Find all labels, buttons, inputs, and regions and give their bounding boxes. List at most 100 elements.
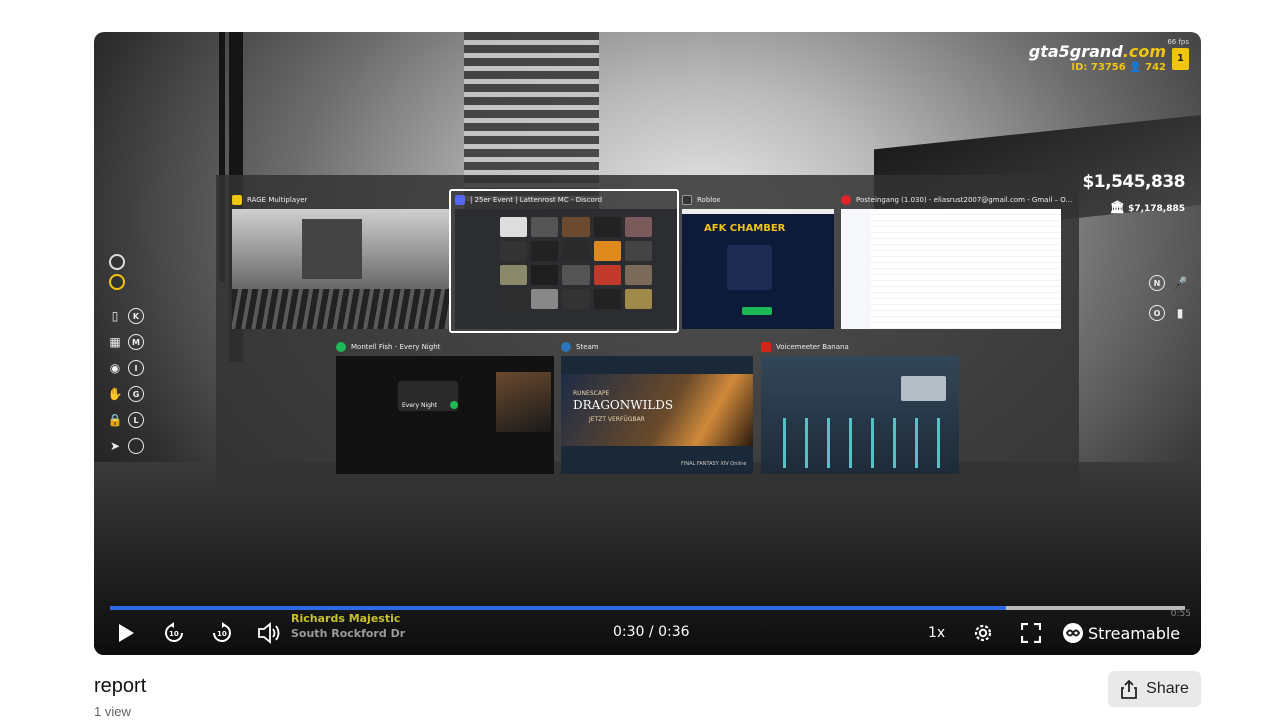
window-title: Steam	[576, 343, 599, 351]
key-hint	[128, 438, 144, 454]
key-hint: M	[128, 334, 144, 350]
window-title: Posteingang (1.030) - eliasrust2007@gmai…	[856, 196, 1073, 204]
steam-footer: FINAL FANTASY XIV Online	[681, 461, 747, 467]
progress-bar[interactable]	[110, 606, 1185, 610]
window-thumbnail: Every Night	[336, 356, 554, 474]
window-title-row: Voicemeeter Banana	[761, 338, 849, 356]
video-player[interactable]: gta5grand.com 66 fps 1 ID: 73756 👤 742 $…	[94, 32, 1201, 655]
player-id-row: ID: 73756 👤 742	[1071, 62, 1166, 73]
phone-icon: ▯	[111, 309, 119, 323]
fps-counter: 66 fps	[1167, 38, 1189, 46]
share-button[interactable]: Share	[1108, 671, 1201, 707]
status-icons	[109, 254, 125, 290]
bank-row: 🏛 $7,178,885	[1109, 200, 1185, 214]
roblox-icon	[682, 195, 692, 205]
microphone-icon: 🎤	[1172, 276, 1188, 290]
gear-icon	[974, 624, 992, 642]
streamable-logo[interactable]: Streamable	[1062, 622, 1180, 644]
settings-button[interactable]	[970, 620, 996, 646]
window-title-row: RAGE Multiplayer	[232, 191, 307, 209]
opera-icon	[841, 195, 851, 205]
notification-badge: 1	[1172, 48, 1189, 70]
forward-10-button[interactable]: 10	[208, 619, 236, 647]
server-logo: gta5grand.com	[1028, 42, 1166, 61]
lock-icon: 🔒	[107, 413, 123, 427]
radio-icon: ▮	[1176, 306, 1184, 320]
cursor-icon: ➤	[109, 439, 121, 453]
window-title-row: Montell Fish - Every Night	[336, 338, 440, 356]
fullscreen-button[interactable]	[1020, 622, 1042, 644]
window-thumbnail	[761, 356, 959, 474]
keybind-hints: ▯ K ▦ M ◉ I ✋ G 🔒 L ➤	[108, 308, 144, 454]
game-location: Richards Majestic South Rockford Dr	[291, 611, 405, 641]
steam-banner-line3: JETZT VERFÜGBAR	[589, 416, 645, 423]
bank-icon: 🏛	[1109, 200, 1125, 214]
fullscreen-icon	[1021, 623, 1041, 643]
window-title-row: | 25er Event | Lattenrost MC - Discord	[455, 191, 602, 209]
window-title: Montell Fish - Every Night	[351, 343, 441, 351]
rewind-seconds: 10	[169, 630, 179, 638]
share-label: Share	[1146, 680, 1189, 697]
progress-fill	[110, 606, 1006, 610]
thumb-rails	[232, 289, 450, 329]
grid-icon: ▦	[109, 335, 121, 349]
window-rage[interactable]: RAGE Multiplayer	[232, 191, 450, 331]
share-icon	[1121, 679, 1138, 699]
window-thumbnail	[455, 209, 677, 329]
overlay-clock: 0:55	[1170, 609, 1191, 619]
window-steam[interactable]: Steam RUNESCAPE DRAGONWILDS JETZT VERFÜG…	[561, 338, 753, 474]
status-icon	[109, 254, 125, 270]
key-hint: K	[128, 308, 144, 324]
window-title-row: Posteingang (1.030) - eliasrust2007@gmai…	[841, 191, 1072, 209]
volume-button[interactable]	[256, 621, 282, 645]
discord-icon	[455, 195, 465, 205]
streamable-icon	[1063, 623, 1083, 643]
rage-icon	[232, 195, 242, 205]
window-thumbnail	[232, 209, 450, 329]
steam-banner-line1: RUNESCAPE	[573, 390, 610, 397]
view-count: 1 view	[94, 704, 131, 719]
voicemeeter-icon	[761, 342, 771, 352]
status-icon	[109, 274, 125, 290]
roblox-heading: AFK CHAMBER	[704, 223, 786, 234]
window-spotify[interactable]: Montell Fish - Every Night Every Night	[336, 338, 556, 474]
area-name: South Rockford Dr	[291, 627, 406, 640]
window-gmail[interactable]: Posteingang (1.030) - eliasrust2007@gmai…	[841, 191, 1072, 331]
window-title-row: Roblox	[682, 191, 720, 209]
steam-icon	[561, 342, 571, 352]
street-name: Richards Majestic	[291, 612, 401, 625]
window-title: RAGE Multiplayer	[247, 196, 308, 204]
window-title: | 25er Event | Lattenrost MC - Discord	[470, 196, 603, 204]
window-thumbnail: RUNESCAPE DRAGONWILDS JETZT VERFÜGBAR FI…	[561, 356, 753, 474]
key-hint: G	[128, 386, 144, 402]
window-title: Voicemeeter Banana	[776, 343, 849, 351]
window-roblox[interactable]: Roblox AFK CHAMBER	[682, 191, 834, 331]
hand-icon: ✋	[107, 387, 123, 401]
spotify-icon	[336, 342, 346, 352]
key-hint: O	[1149, 305, 1165, 321]
play-button[interactable]	[114, 621, 138, 645]
key-hint: I	[128, 360, 144, 376]
key-hint: N	[1149, 275, 1165, 291]
window-title-row: Steam	[561, 338, 599, 356]
volume-icon	[258, 622, 280, 644]
window-voicemeeter[interactable]: Voicemeeter Banana	[761, 338, 961, 474]
video-grid	[500, 217, 652, 309]
voice-indicators: N 🎤 O ▮	[1149, 275, 1187, 321]
playback-speed-button[interactable]: 1x	[928, 625, 945, 641]
window-discord[interactable]: | 25er Event | Lattenrost MC - Discord	[449, 189, 679, 333]
window-title: Roblox	[697, 196, 721, 204]
key-hint: L	[128, 412, 144, 428]
window-switcher: RAGE Multiplayer | 25er Event | Lattenro…	[216, 175, 1079, 490]
page-title: report	[94, 675, 147, 697]
person-icon: 👤	[1129, 62, 1142, 73]
forward-seconds: 10	[217, 630, 227, 638]
player-controls: 10 10 Richards Majestic South Rockford D…	[94, 597, 1201, 655]
thumb-building	[302, 219, 362, 279]
spotify-track: Every Night	[402, 402, 438, 409]
steam-banner-line2: DRAGONWILDS	[573, 398, 674, 412]
cash-amount: $1,545,838	[1082, 172, 1185, 192]
time-display: 0:30 / 0:36	[613, 624, 690, 640]
window-thumbnail	[841, 209, 1061, 329]
rewind-10-button[interactable]: 10	[160, 619, 188, 647]
